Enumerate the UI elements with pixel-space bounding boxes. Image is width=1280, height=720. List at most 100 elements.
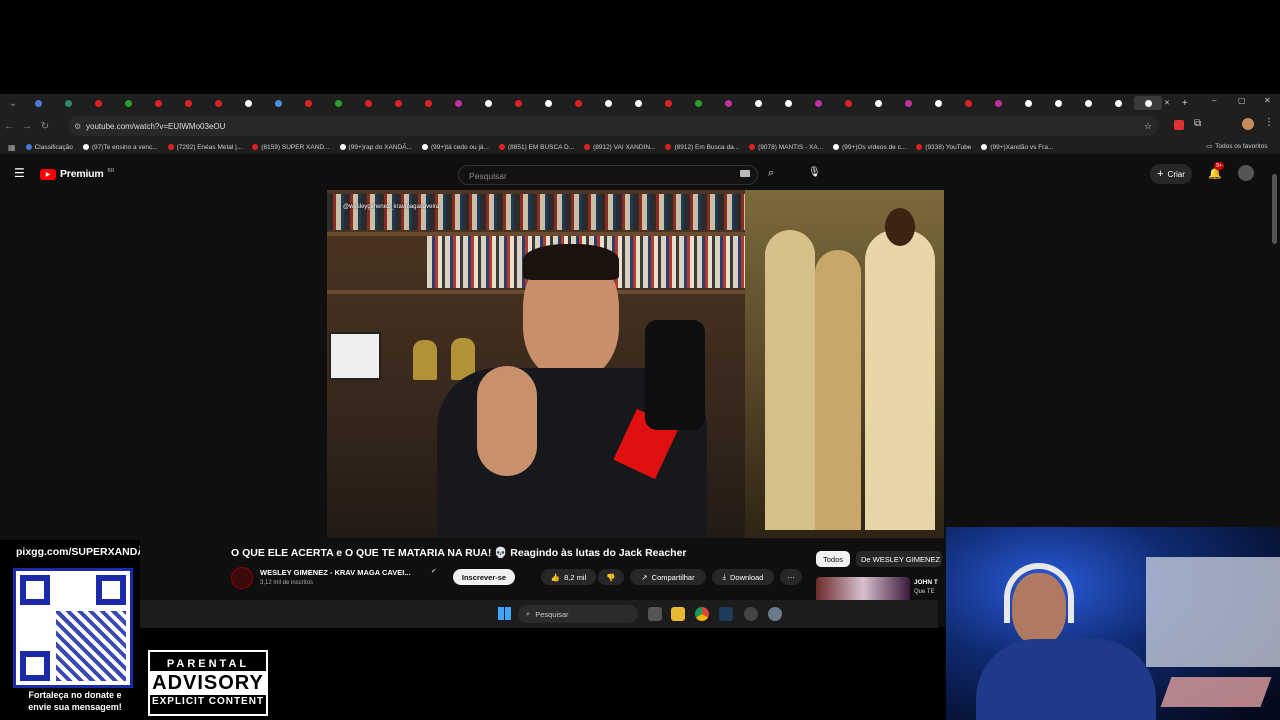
new-tab-icon[interactable]: + (1182, 98, 1188, 109)
bookmark-item[interactable]: (8912) VAI XANDIN... (584, 144, 655, 151)
browser-tab[interactable] (834, 96, 862, 110)
browser-tab[interactable] (384, 96, 412, 110)
browser-tab[interactable] (894, 96, 922, 110)
browser-tab[interactable] (534, 96, 562, 110)
browser-tab[interactable] (564, 96, 592, 110)
browser-tab[interactable] (1044, 96, 1072, 110)
bookmark-item[interactable]: (8851) EM BUSCA D... (498, 144, 574, 151)
browser-tab[interactable] (1074, 96, 1102, 110)
bookmark-item[interactable]: Classificação (25, 143, 73, 151)
bookmark-item[interactable]: (99+)tá cedo ou já... (421, 144, 489, 151)
browser-tab[interactable] (744, 96, 772, 110)
tab-close-icon[interactable]: ✕ (1164, 99, 1170, 107)
keyboard-icon[interactable] (740, 170, 750, 177)
browser-tab[interactable] (294, 96, 322, 110)
like-button[interactable]: 👍 8,2 mil (541, 569, 596, 585)
search-icon[interactable]: ⌕ (768, 167, 774, 180)
bookmark-item[interactable]: (9338) YouTube (916, 144, 971, 151)
apps-icon[interactable]: ▦ (8, 143, 16, 152)
browser-tab[interactable] (474, 96, 502, 110)
profile-avatar[interactable] (1242, 118, 1254, 130)
filter-chip-channel[interactable]: De WESLEY GIMENEZ (856, 551, 942, 567)
browser-tab[interactable] (1134, 96, 1162, 110)
browser-tab[interactable] (234, 96, 262, 110)
forward-icon[interactable]: → (18, 121, 36, 132)
browser-tab[interactable] (414, 96, 442, 110)
browser-tab[interactable] (204, 96, 232, 110)
bookmark-item[interactable]: (9078) MANTIS - XA... (749, 144, 823, 151)
bookmark-item[interactable]: (8912) Em Busca da... (665, 144, 739, 151)
close-window-icon[interactable]: ✕ (1264, 96, 1271, 105)
browser-tab[interactable] (984, 96, 1012, 110)
app-icon[interactable] (744, 607, 758, 621)
settings-icon[interactable] (768, 607, 782, 621)
browser-tab[interactable] (144, 96, 172, 110)
browser-tab[interactable] (624, 96, 652, 110)
browser-tab[interactable] (954, 96, 982, 110)
search-input[interactable]: Pesquisar (458, 165, 758, 185)
browser-tab[interactable] (504, 96, 532, 110)
maximize-icon[interactable]: ▢ (1238, 96, 1246, 105)
browser-tab[interactable] (264, 96, 292, 110)
channel-avatar[interactable] (231, 567, 253, 589)
extensions-puzzle-icon[interactable]: ⧉ (1194, 118, 1201, 129)
menu-icon[interactable]: ⋮ (1264, 117, 1274, 128)
task-view-icon[interactable] (648, 607, 662, 621)
browser-tab[interactable] (864, 96, 892, 110)
microphone-icon[interactable]: 🎙 (808, 167, 821, 178)
bookmark-item[interactable]: (8159) SUPER XAND... (252, 144, 330, 151)
download-button[interactable]: ⤓ Download (712, 569, 774, 585)
site-info-icon[interactable]: ⚙ (74, 122, 81, 131)
browser-tab[interactable] (714, 96, 742, 110)
minimize-icon[interactable]: – (1212, 96, 1216, 105)
page-scrollbar[interactable] (1272, 174, 1277, 244)
file-explorer-icon[interactable] (671, 607, 685, 621)
back-icon[interactable]: ← (0, 121, 18, 132)
browser-tab[interactable] (804, 96, 832, 110)
browser-tab[interactable] (174, 96, 202, 110)
bookmark-item[interactable]: (99+)Os vídeos de c... (833, 144, 906, 151)
bookmark-label: Classificação (34, 143, 73, 151)
extension-icon[interactable] (1174, 120, 1184, 130)
browser-tab[interactable] (444, 96, 472, 110)
browser-tab[interactable] (594, 96, 622, 110)
create-button[interactable]: + Criar (1150, 164, 1192, 184)
browser-tab[interactable] (84, 96, 112, 110)
taskbar-search-input[interactable]: ⌕ Pesquisar (518, 605, 638, 623)
video-player[interactable]: @wesleygimenez_kravmagacaveira (327, 190, 944, 538)
start-windows-icon[interactable] (498, 607, 511, 620)
browser-tab[interactable] (924, 96, 952, 110)
subscribe-button[interactable]: Inscrever-se (453, 569, 515, 585)
youtube-logo[interactable]: ▶ Premium BR (40, 168, 115, 180)
bookmark-item[interactable]: (99+)Xandão vs Fra... (981, 144, 1053, 151)
browser-tab[interactable] (1104, 96, 1132, 110)
app-icon[interactable] (719, 607, 733, 621)
chrome-icon[interactable] (695, 607, 709, 621)
account-avatar[interactable] (1238, 165, 1254, 181)
figure (815, 250, 861, 530)
bookmark-item[interactable]: (97)Te ensino a venc... (82, 144, 158, 151)
bookmark-item[interactable]: (7292) Enéas Metal |... (167, 144, 242, 151)
browser-tab[interactable] (1014, 96, 1042, 110)
browser-tab[interactable] (774, 96, 802, 110)
reload-icon[interactable]: ↻ (36, 121, 54, 132)
tab-search-icon[interactable]: ⌄ (4, 98, 22, 109)
browser-tab[interactable] (54, 96, 82, 110)
hamburger-menu-icon[interactable]: ☰ (14, 166, 25, 180)
share-button[interactable]: ↗ Compartilhar (630, 569, 706, 585)
more-actions-button[interactable]: ⋯ (780, 569, 802, 585)
browser-tab[interactable] (654, 96, 682, 110)
browser-tab[interactable] (324, 96, 352, 110)
channel-name[interactable]: WESLEY GIMENEZ - KRAV MAGA CAVEI... (260, 568, 411, 577)
browser-tab[interactable] (24, 96, 52, 110)
all-bookmarks[interactable]: ▭ Todos os favoritos (1206, 142, 1268, 151)
address-bar[interactable]: ⚙ youtube.com/watch?v=EUIWMo03eOU ☆ (68, 116, 1158, 136)
bookmark-label: (8912) Em Busca da... (674, 143, 740, 151)
bookmark-item[interactable]: (99+)rap do XANDÃ... (339, 144, 412, 151)
dislike-button[interactable]: 👎 (598, 569, 624, 585)
browser-tab[interactable] (114, 96, 142, 110)
browser-tab[interactable] (354, 96, 382, 110)
star-icon[interactable]: ☆ (1144, 121, 1152, 132)
filter-chip-all[interactable]: Todos (816, 551, 850, 567)
browser-tab[interactable] (684, 96, 712, 110)
